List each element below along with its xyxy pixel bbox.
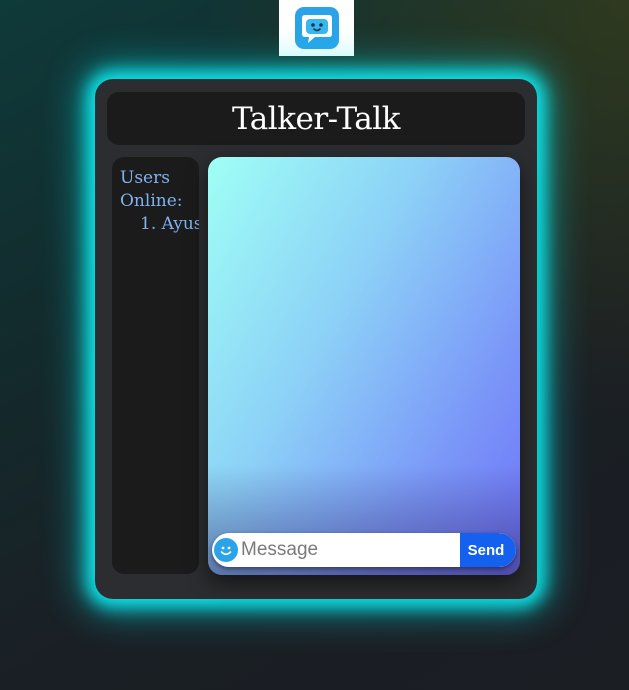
user-number: 1. xyxy=(140,214,157,234)
chat-bubble-face-icon xyxy=(295,7,339,49)
users-online-panel: Users Online: 1. Ayus xyxy=(112,157,199,574)
chat-messages-area: Send xyxy=(208,157,520,575)
title-bar: Talker-Talk xyxy=(107,92,525,145)
users-online-heading: Users Online: xyxy=(120,168,183,211)
message-composer: Send xyxy=(212,533,516,567)
smiley-icon xyxy=(220,546,232,556)
send-button[interactable]: Send xyxy=(460,533,516,567)
users-list: 1. Ayus xyxy=(140,213,199,236)
user-name: Ayus xyxy=(161,214,199,234)
chat-app-window: Talker-Talk Users Online: 1. Ayus Send xyxy=(95,79,537,599)
app-logo xyxy=(279,0,354,56)
emoji-button[interactable] xyxy=(214,538,238,562)
user-list-item: 1. Ayus xyxy=(140,213,199,236)
app-title: Talker-Talk xyxy=(232,100,400,137)
message-input[interactable] xyxy=(238,533,460,567)
